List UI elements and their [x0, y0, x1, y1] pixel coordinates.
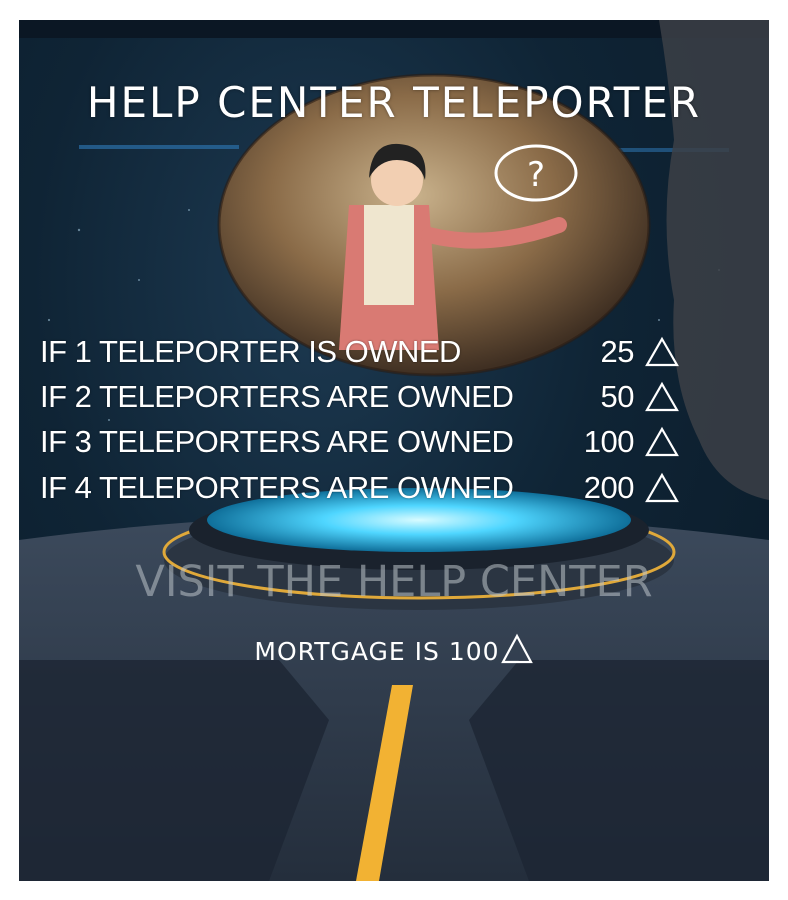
svg-text:?: ?: [527, 155, 545, 195]
triangle-currency-icon: [645, 381, 679, 412]
triangle-currency-icon: [500, 633, 533, 664]
rent-row-value: 200: [583, 470, 635, 505]
rent-row: IF 4 TELEPORTERS ARE OWNED 200: [40, 470, 680, 510]
floor-label: VISIT THE HELP CENTER: [135, 557, 653, 607]
triangle-currency-icon: [645, 472, 679, 503]
mortgage-label: MORTGAGE IS 100: [254, 637, 500, 666]
rent-row-label: IF 1 TELEPORTER IS OWNED: [40, 334, 461, 369]
rent-row-label: IF 2 TELEPORTERS ARE OWNED: [40, 379, 514, 414]
rent-row-label: IF 3 TELEPORTERS ARE OWNED: [40, 424, 514, 459]
rent-row-value: 25: [600, 334, 635, 369]
mortgage-text: MORTGAGE IS 100: [0, 633, 788, 666]
rent-row-value: 50: [600, 379, 635, 414]
rent-row-label: IF 4 TELEPORTERS ARE OWNED: [40, 470, 514, 505]
rent-row: IF 2 TELEPORTERS ARE OWNED 50: [40, 379, 680, 419]
rent-row-value: 100: [583, 424, 635, 459]
triangle-currency-icon: [645, 426, 679, 457]
rent-row: IF 3 TELEPORTERS ARE OWNED 100: [40, 424, 680, 464]
rent-row: IF 1 TELEPORTER IS OWNED 25: [40, 334, 680, 374]
card-title: HELP CENTER TELEPORTER: [86, 78, 702, 127]
triangle-currency-icon: [645, 336, 679, 367]
